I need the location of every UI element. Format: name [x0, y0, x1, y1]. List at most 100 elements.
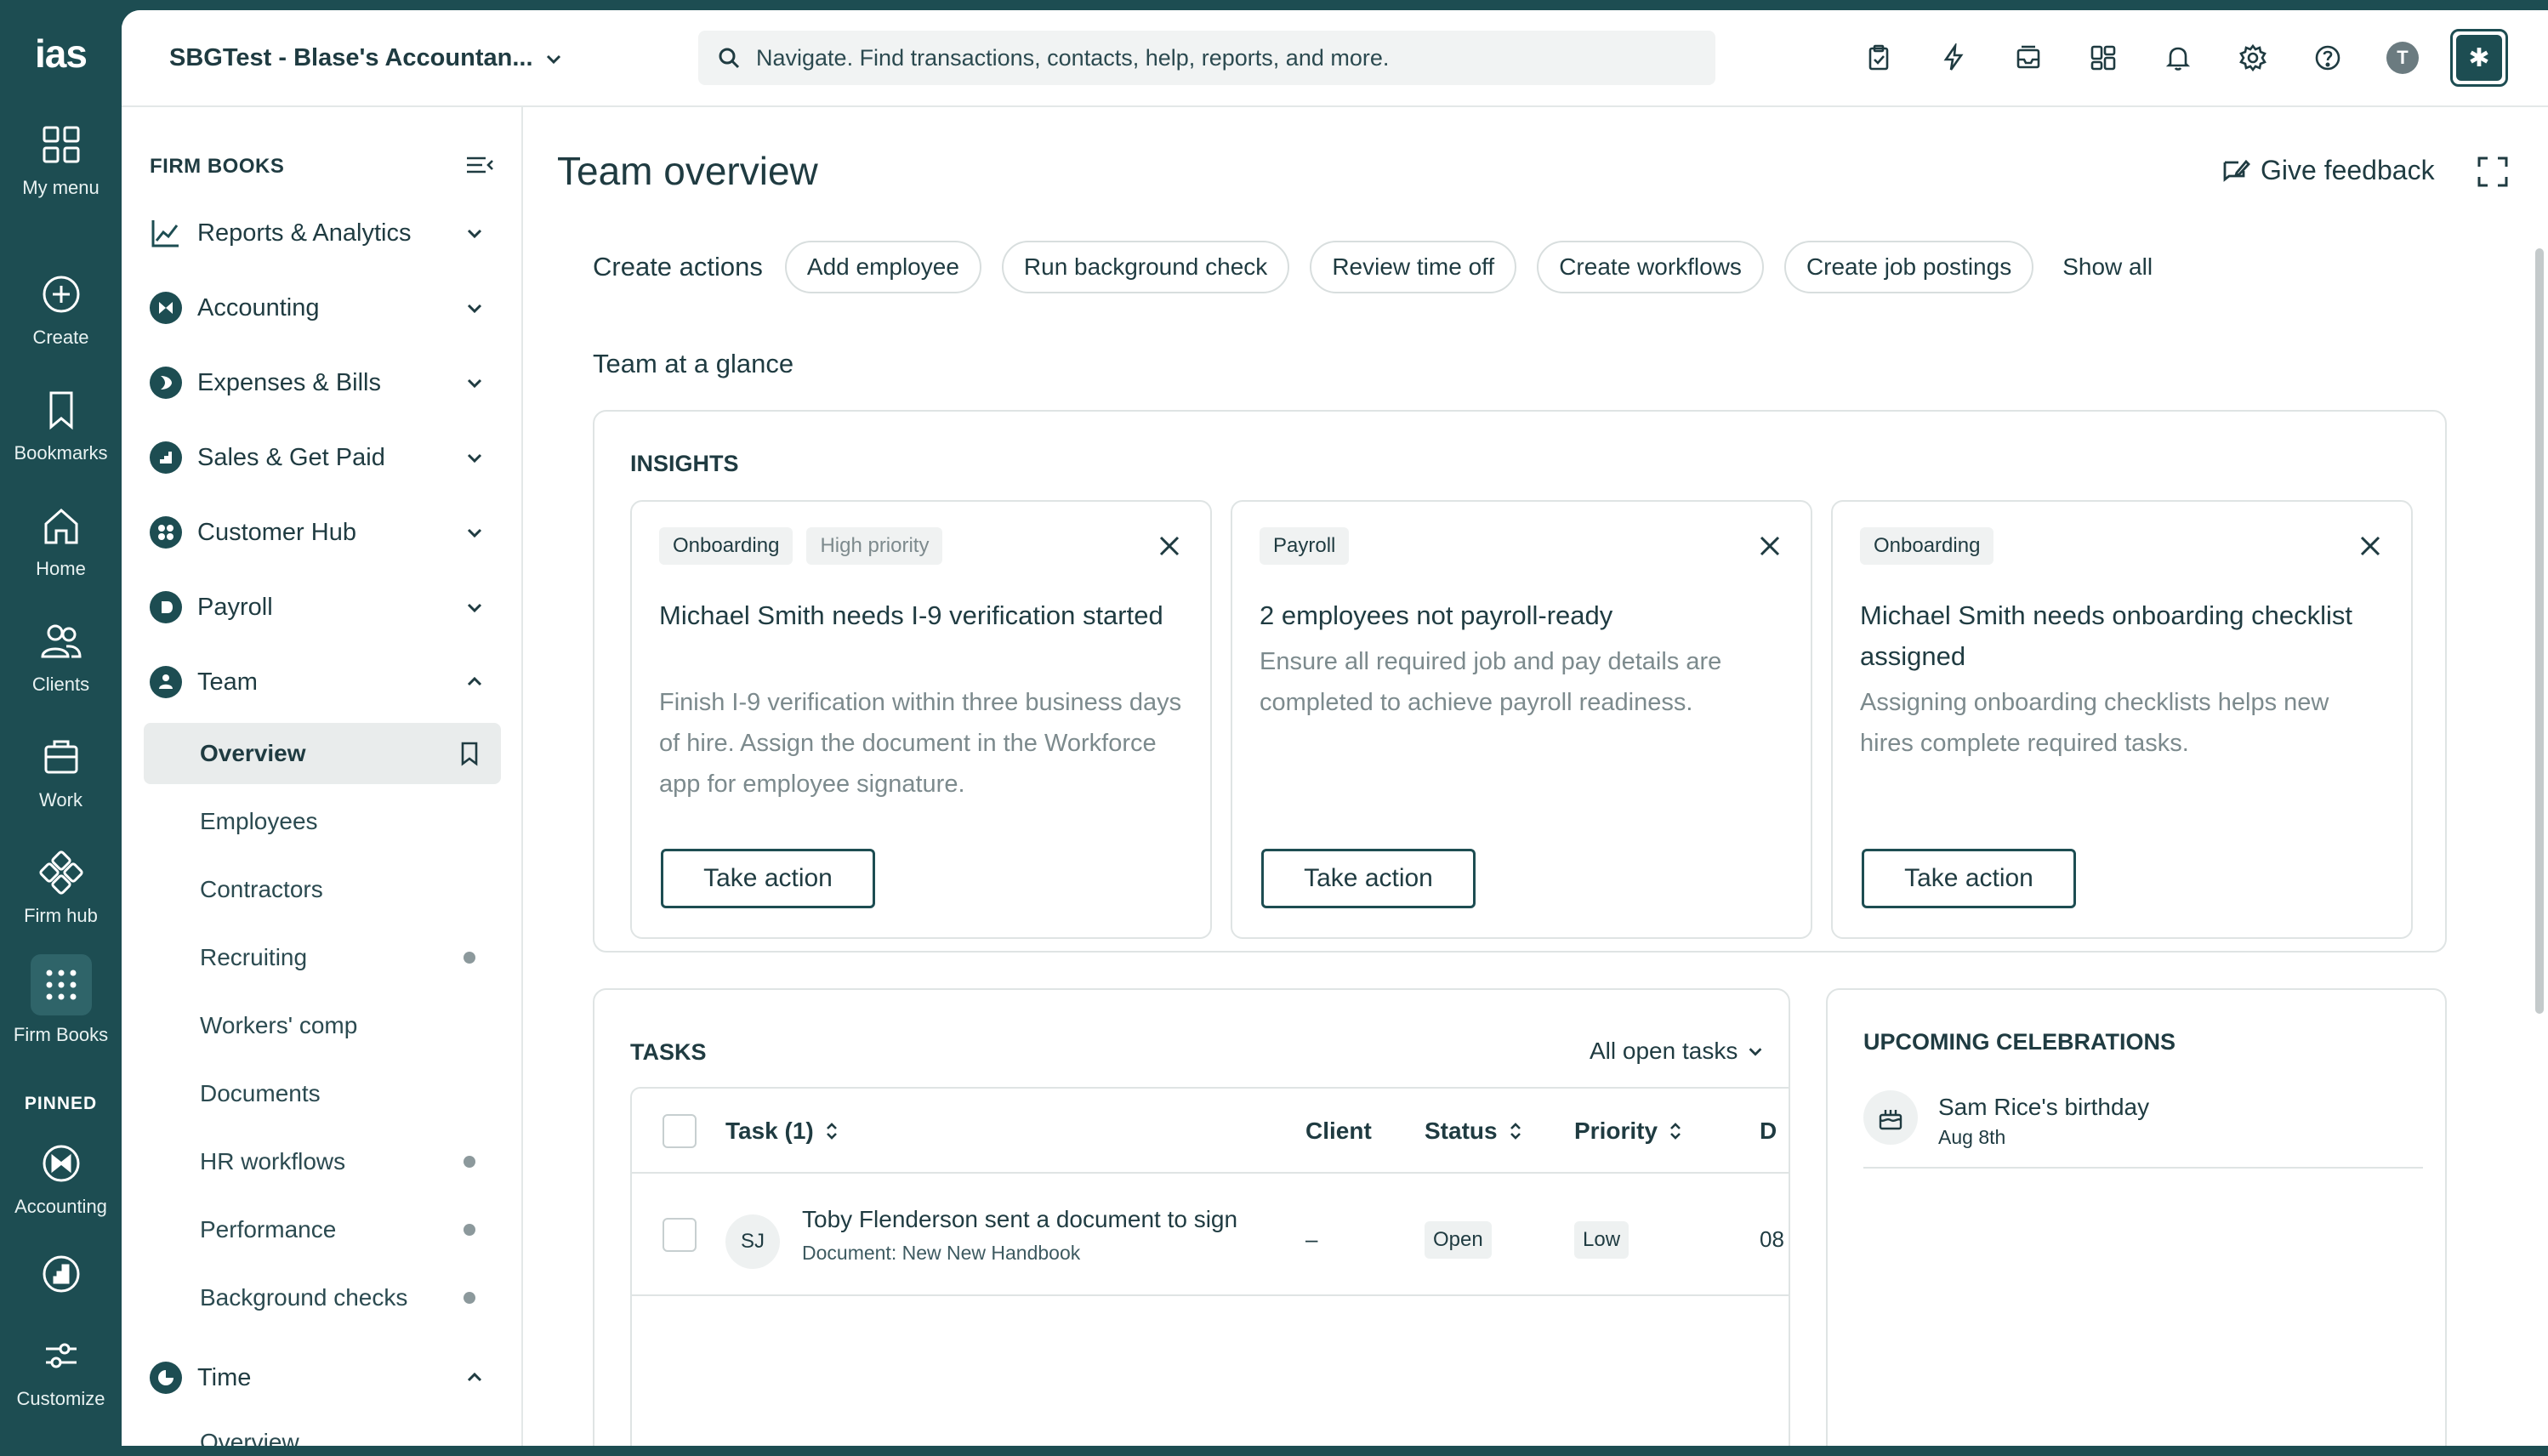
insight-title: Michael Smith needs onboarding checklist…	[1860, 600, 2352, 671]
column-header-status[interactable]: Status	[1425, 1118, 1523, 1145]
sidebar-sub-time-overview[interactable]: Overview	[144, 1412, 501, 1446]
search-icon	[719, 48, 740, 69]
close-icon[interactable]	[1758, 534, 1782, 558]
notifications-button[interactable]	[2151, 31, 2205, 85]
rail-label: Work	[39, 789, 82, 810]
create-workflows-button[interactable]: Create workflows	[1537, 241, 1764, 293]
status-dot	[464, 1224, 475, 1236]
app-logo[interactable]: ias	[0, 31, 122, 77]
sidebar-item-accounting[interactable]: Accounting	[150, 281, 498, 335]
collapse-sidebar-icon[interactable]	[462, 148, 496, 182]
search-input[interactable]	[756, 44, 1692, 71]
main-content: Team overview Give feedback Create actio…	[523, 107, 2548, 1446]
rail-item-firm-books[interactable]: Firm Books	[0, 954, 122, 1046]
sidebar-sub-label: Contractors	[200, 876, 323, 902]
run-background-check-button[interactable]: Run background check	[1001, 241, 1290, 293]
column-header-priority[interactable]: Priority	[1574, 1118, 1683, 1145]
settings-button[interactable]	[2226, 31, 2280, 85]
add-employee-button[interactable]: Add employee	[784, 241, 981, 293]
insight-card: Onboarding High priority Michael Smith n…	[630, 500, 1212, 939]
sidebar-sub-label: Background checks	[200, 1284, 408, 1311]
chevron-down-icon	[1749, 1048, 1762, 1056]
rail-item-pinned-accounting[interactable]: Accounting	[0, 1140, 122, 1218]
tasks-filter-dropdown[interactable]: All open tasks	[1590, 1038, 1765, 1065]
grid-icon	[43, 126, 79, 163]
apps-button[interactable]	[2076, 31, 2130, 85]
rail-item-firm-hub[interactable]: Firm hub	[0, 849, 122, 927]
sidebar-item-label: Sales & Get Paid	[197, 443, 385, 471]
sidebar-sub-label: Documents	[200, 1080, 321, 1106]
help-button[interactable]	[2301, 31, 2355, 85]
column-header-due[interactable]: D	[1760, 1118, 1777, 1145]
sidebar-sub-documents[interactable]: Documents	[144, 1063, 501, 1124]
take-action-button[interactable]: Take action	[1862, 849, 2076, 908]
take-action-button[interactable]: Take action	[1261, 849, 1476, 908]
sidebar-sub-contractors[interactable]: Contractors	[144, 859, 501, 920]
customer-hub-icon	[150, 516, 182, 549]
sidebar-sub-performance[interactable]: Performance	[144, 1199, 501, 1260]
review-time-off-button[interactable]: Review time off	[1310, 241, 1517, 293]
tasks-card: TASKS All open tasks Task (1) Client Sta…	[593, 988, 1790, 1446]
take-action-button[interactable]: Take action	[661, 849, 875, 908]
task-title[interactable]: Toby Flenderson sent a document to sign	[802, 1206, 1237, 1233]
column-header-client[interactable]: Client	[1305, 1118, 1372, 1145]
celebration-name: Sam Rice's birthday	[1938, 1094, 2150, 1120]
sidebar-sub-workers-comp[interactable]: Workers' comp	[144, 995, 501, 1056]
chevron-down-icon	[467, 378, 482, 389]
sidebar-sub-overview[interactable]: Overview	[144, 723, 501, 784]
rail-item-create[interactable]: Create	[0, 270, 122, 349]
create-job-postings-button[interactable]: Create job postings	[1783, 241, 2034, 293]
sidebar-item-reports-analytics[interactable]: Reports & Analytics	[150, 206, 498, 260]
bookmark-icon[interactable]	[458, 741, 481, 766]
rail-item-clients[interactable]: Clients	[0, 617, 122, 696]
task-due: 08	[1760, 1226, 1784, 1252]
sidebar-item-expenses-bills[interactable]: Expenses & Bills	[150, 355, 498, 410]
sidebar-item-team[interactable]: Team	[150, 655, 498, 709]
fullscreen-icon[interactable]	[2476, 155, 2510, 189]
rail-item-my-menu[interactable]: My menu	[0, 121, 122, 199]
select-all-checkbox[interactable]	[663, 1114, 697, 1148]
sidebar-sub-recruiting[interactable]: Recruiting	[144, 927, 501, 988]
sidebar-item-time[interactable]: Time	[150, 1351, 498, 1405]
ai-assistant-button[interactable]: ✱	[2450, 29, 2508, 87]
chevron-down-icon	[467, 528, 482, 538]
sidebar-item-customer-hub[interactable]: Customer Hub	[150, 505, 498, 560]
plus-circle-icon	[43, 276, 79, 313]
global-search[interactable]	[698, 31, 1715, 85]
rail-item-work[interactable]: Work	[0, 733, 122, 811]
sidebar-item-label: Reports & Analytics	[197, 219, 412, 247]
apps-grid-icon	[46, 970, 76, 1000]
show-all-link[interactable]: Show all	[2062, 253, 2153, 281]
sidebar-sub-hr-workflows[interactable]: HR workflows	[144, 1131, 501, 1192]
line-chart-icon	[151, 220, 179, 247]
home-icon	[44, 508, 77, 544]
table-row[interactable]: SJ Toby Flenderson sent a document to si…	[632, 1174, 1789, 1296]
rail-item-pinned-chart[interactable]	[0, 1250, 122, 1298]
sidebar-heading: FIRM BOOKS	[150, 155, 285, 178]
row-checkbox[interactable]	[663, 1218, 697, 1252]
rail-item-home[interactable]: Home	[0, 502, 122, 580]
main-scrollbar[interactable]	[2535, 248, 2544, 1014]
rail-item-customize[interactable]: Customize	[0, 1332, 122, 1410]
sidebar-sub-background-checks[interactable]: Background checks	[144, 1267, 501, 1328]
inbox-button[interactable]	[2001, 31, 2056, 85]
user-avatar-button[interactable]: T	[2375, 31, 2430, 85]
chevron-down-icon	[467, 603, 482, 613]
quick-actions-button[interactable]	[1926, 31, 1981, 85]
app-rail: ias My menu Create Bookmarks Home Client…	[0, 0, 122, 1456]
status-dot	[464, 1156, 475, 1168]
company-switcher[interactable]: SBGTest - Blase's Accountan...	[169, 44, 564, 72]
app-frame: SBGTest - Blase's Accountan... Navigate.…	[122, 10, 2548, 1446]
give-feedback-button[interactable]: Give feedback	[2220, 155, 2435, 186]
sidebar-sub-label: Workers' comp	[200, 1012, 358, 1038]
tasks-clipboard-button[interactable]	[1851, 31, 1906, 85]
close-icon[interactable]	[2358, 534, 2382, 558]
rail-label: My menu	[22, 177, 100, 198]
close-icon[interactable]	[1157, 534, 1181, 558]
rail-item-bookmarks[interactable]: Bookmarks	[0, 386, 122, 464]
sidebar-item-sales-get-paid[interactable]: Sales & Get Paid	[150, 430, 498, 485]
column-header-task[interactable]: Task (1)	[725, 1118, 839, 1145]
sidebar-item-payroll[interactable]: Payroll	[150, 580, 498, 634]
tasks-filter-label: All open tasks	[1590, 1038, 1738, 1064]
sidebar-sub-employees[interactable]: Employees	[144, 791, 501, 852]
